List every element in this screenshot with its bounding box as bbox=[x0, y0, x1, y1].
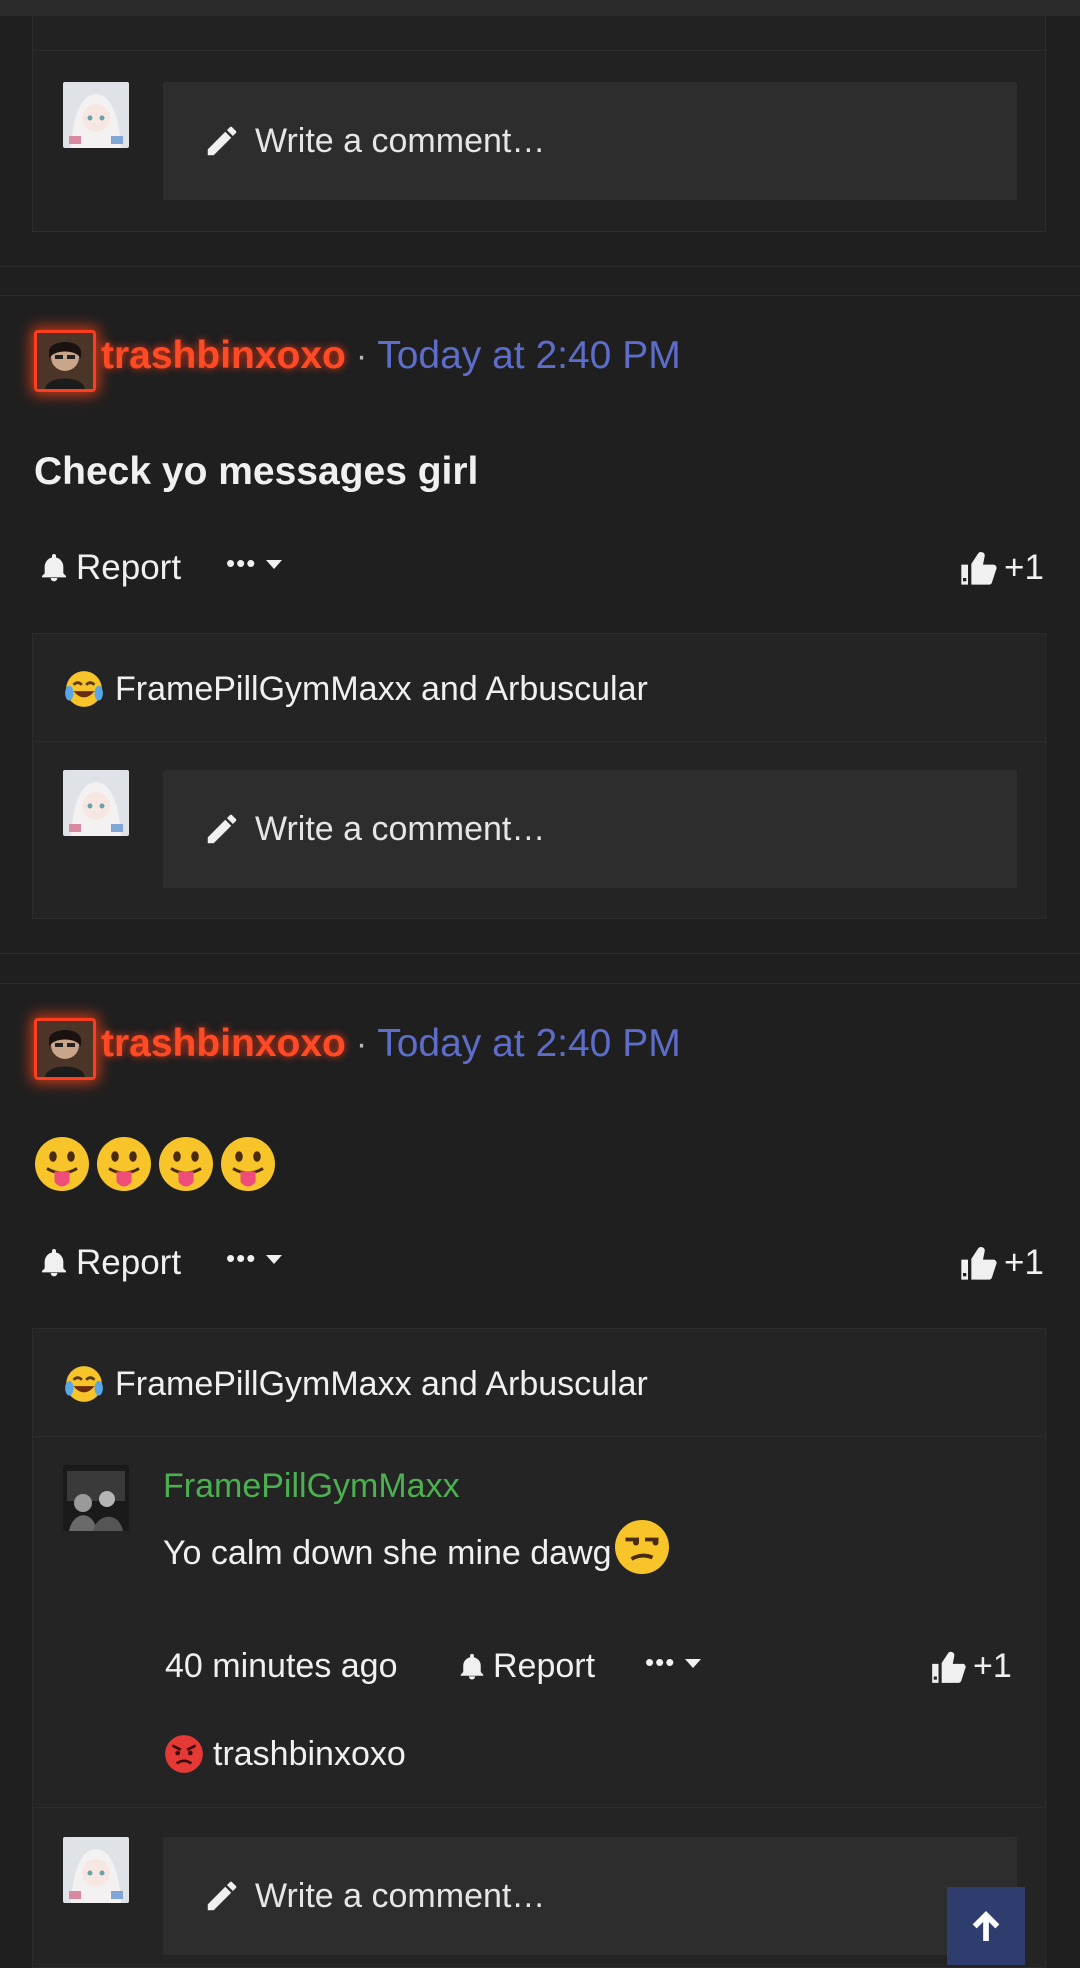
like-button[interactable]: +1 bbox=[958, 548, 1044, 588]
thumbs-up-icon bbox=[961, 552, 997, 585]
like-count: +1 bbox=[1004, 548, 1044, 587]
divider bbox=[33, 1436, 1045, 1437]
chevron-down-icon bbox=[266, 559, 283, 569]
reply-timestamp[interactable]: 40 minutes ago bbox=[165, 1647, 398, 1686]
thumbs-up-icon bbox=[932, 1651, 966, 1683]
post-divider bbox=[0, 295, 1080, 296]
ellipsis-icon: ••• bbox=[645, 1647, 676, 1677]
write-comment-placeholder: Write a comment… bbox=[255, 121, 546, 160]
post-reactions-panel: FramePillGymMaxx and Arbuscular FramePil… bbox=[32, 1328, 1046, 1968]
reply-report-button[interactable]: Report bbox=[457, 1647, 595, 1686]
chevron-down-icon bbox=[685, 1658, 702, 1668]
bell-icon bbox=[460, 1653, 484, 1679]
post-timestamp[interactable]: Today at 2:40 PM bbox=[377, 334, 681, 378]
like-count: +1 bbox=[973, 1647, 1012, 1685]
ellipsis-icon: ••• bbox=[226, 548, 257, 578]
reaction-users: FramePillGymMaxx and Arbuscular bbox=[115, 669, 648, 708]
tongue-out-emoji-icon bbox=[35, 1137, 89, 1191]
thumbs-up-icon bbox=[961, 1247, 997, 1280]
current-user-avatar[interactable] bbox=[63, 1837, 129, 1903]
reply-message: Yo calm down she mine dawg bbox=[163, 1517, 672, 1574]
top-bar bbox=[0, 0, 1080, 16]
crying-laughing-emoji-icon bbox=[65, 1366, 103, 1402]
reply-author-name[interactable]: FramePillGymMaxx bbox=[163, 1467, 460, 1506]
report-button[interactable]: Report bbox=[38, 1243, 181, 1283]
separator-dot: · bbox=[355, 1024, 368, 1063]
report-button[interactable]: Report bbox=[38, 548, 181, 588]
post-message: Check yo messages girl bbox=[34, 450, 479, 493]
reply-text: Yo calm down she mine dawg bbox=[163, 1534, 612, 1572]
tongue-out-emoji-icon bbox=[159, 1137, 213, 1191]
post-reactions-panel: FramePillGymMaxx and Arbuscular Write a … bbox=[32, 633, 1046, 919]
reaction-users: FramePillGymMaxx and Arbuscular bbox=[115, 1364, 648, 1403]
post-divider bbox=[0, 266, 1080, 267]
post-author-name[interactable]: trashbinxoxo bbox=[101, 334, 346, 378]
unamused-face-emoji-icon bbox=[614, 1520, 669, 1574]
write-comment-input[interactable]: Write a comment… bbox=[163, 770, 1017, 888]
reaction-summary[interactable]: FramePillGymMaxx and Arbuscular bbox=[63, 1363, 648, 1405]
divider bbox=[33, 1807, 1045, 1808]
like-count: +1 bbox=[1004, 1243, 1044, 1282]
reply-like-button[interactable]: +1 bbox=[929, 1647, 1012, 1686]
current-user-avatar[interactable] bbox=[63, 82, 129, 148]
report-label: Report bbox=[76, 1243, 182, 1282]
divider bbox=[33, 50, 1047, 51]
bell-icon bbox=[42, 554, 66, 582]
arrow-up-icon bbox=[972, 1911, 1000, 1941]
chevron-down-icon bbox=[266, 1254, 283, 1264]
post-timestamp[interactable]: Today at 2:40 PM bbox=[377, 1022, 681, 1066]
pencil-icon bbox=[207, 1881, 237, 1911]
tongue-out-emoji-icon bbox=[221, 1137, 275, 1191]
post-message-emojis bbox=[32, 1134, 278, 1194]
post-author-avatar[interactable] bbox=[34, 1018, 96, 1080]
ellipsis-icon: ••• bbox=[226, 1243, 257, 1273]
bell-icon bbox=[42, 1249, 66, 1277]
previous-comment-panel: Write a comment… bbox=[32, 16, 1047, 232]
more-options-dropdown[interactable]: ••• bbox=[226, 548, 286, 579]
reply-reaction-summary[interactable]: trashbinxoxo bbox=[163, 1733, 406, 1775]
post-divider bbox=[0, 953, 1080, 954]
current-user-avatar[interactable] bbox=[63, 770, 129, 836]
divider bbox=[33, 741, 1045, 742]
write-comment-placeholder: Write a comment… bbox=[255, 1876, 546, 1915]
pencil-icon bbox=[207, 126, 237, 156]
like-button[interactable]: +1 bbox=[958, 1243, 1044, 1283]
separator-dot: · bbox=[355, 336, 368, 375]
post-author-name[interactable]: trashbinxoxo bbox=[101, 1022, 346, 1066]
reaction-user: trashbinxoxo bbox=[213, 1734, 406, 1773]
scroll-to-top-button[interactable] bbox=[947, 1887, 1025, 1965]
angry-face-emoji-icon bbox=[165, 1735, 203, 1773]
more-options-dropdown[interactable]: ••• bbox=[226, 1243, 286, 1274]
write-comment-input[interactable]: Write a comment… bbox=[163, 1837, 1017, 1955]
write-comment-placeholder: Write a comment… bbox=[255, 809, 546, 848]
reaction-summary[interactable]: FramePillGymMaxx and Arbuscular bbox=[63, 668, 648, 710]
pencil-icon bbox=[207, 814, 237, 844]
post-divider bbox=[0, 983, 1080, 984]
reply-author-avatar[interactable] bbox=[63, 1465, 129, 1531]
crying-laughing-emoji-icon bbox=[65, 671, 103, 707]
report-label: Report bbox=[76, 548, 182, 587]
reply-more-options-dropdown[interactable]: ••• bbox=[645, 1647, 705, 1678]
write-comment-input[interactable]: Write a comment… bbox=[163, 82, 1017, 200]
post-author-avatar[interactable] bbox=[34, 330, 96, 392]
tongue-out-emoji-icon bbox=[97, 1137, 151, 1191]
report-label: Report bbox=[493, 1647, 596, 1685]
